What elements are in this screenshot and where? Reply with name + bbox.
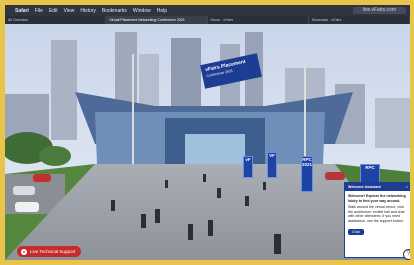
chat-message: Walk around the virtual venue, visit the…: [348, 205, 405, 223]
menu-view[interactable]: View: [64, 8, 75, 14]
menu-file[interactable]: File: [35, 8, 43, 14]
mac-menu-bar: Safari File Edit View History Bookmarks …: [5, 5, 410, 16]
browser-tab-bar: All Overview Virtual Placement Networkin…: [5, 16, 410, 24]
tab-showcase[interactable]: Showcase - vFairs: [309, 16, 410, 24]
chat-button[interactable]: Chat: [348, 228, 364, 235]
address-area: live.vFairs.com: [352, 7, 410, 14]
close-icon[interactable]: ×: [406, 183, 408, 191]
address-bar[interactable]: live.vFairs.com: [352, 7, 406, 14]
tab-overview[interactable]: All Overview: [5, 16, 107, 24]
help-icon[interactable]: ?: [403, 249, 410, 260]
flag-sign-rpc[interactable]: RPC: [360, 164, 380, 184]
menu-app-safari[interactable]: Safari: [15, 8, 29, 14]
screen: Safari File Edit View History Bookmarks …: [5, 5, 410, 260]
menu-window[interactable]: Window: [133, 8, 151, 14]
tab-conference[interactable]: Virtual Placement Networking Conference …: [106, 16, 208, 24]
chat-header: Welcome Assistant ×: [345, 183, 410, 191]
chat-greeting: Welcome! Explore the networking lobby to…: [348, 194, 406, 203]
chat-body: Welcome! Explore the networking lobby to…: [345, 191, 410, 229]
menu-bookmarks[interactable]: Bookmarks: [102, 8, 127, 14]
chat-widget: Welcome Assistant × Welcome! Explore the…: [344, 182, 410, 258]
chat-title: Welcome Assistant: [348, 185, 381, 189]
menu-help[interactable]: Help: [157, 8, 167, 14]
support-label: Live Technical Support: [30, 249, 76, 254]
flag-sign-rpc-2021[interactable]: RPC 2021: [301, 156, 313, 192]
flag-sign-2[interactable]: VF: [267, 152, 277, 178]
chat-bubble-icon: ●: [21, 248, 27, 255]
menu-history[interactable]: History: [80, 8, 96, 14]
menu-edit[interactable]: Edit: [49, 8, 58, 14]
flag-sign-1[interactable]: vF: [243, 156, 253, 178]
live-support-button[interactable]: ● Live Technical Support: [17, 246, 82, 257]
tab-home[interactable]: Home - vFairs: [208, 16, 309, 24]
